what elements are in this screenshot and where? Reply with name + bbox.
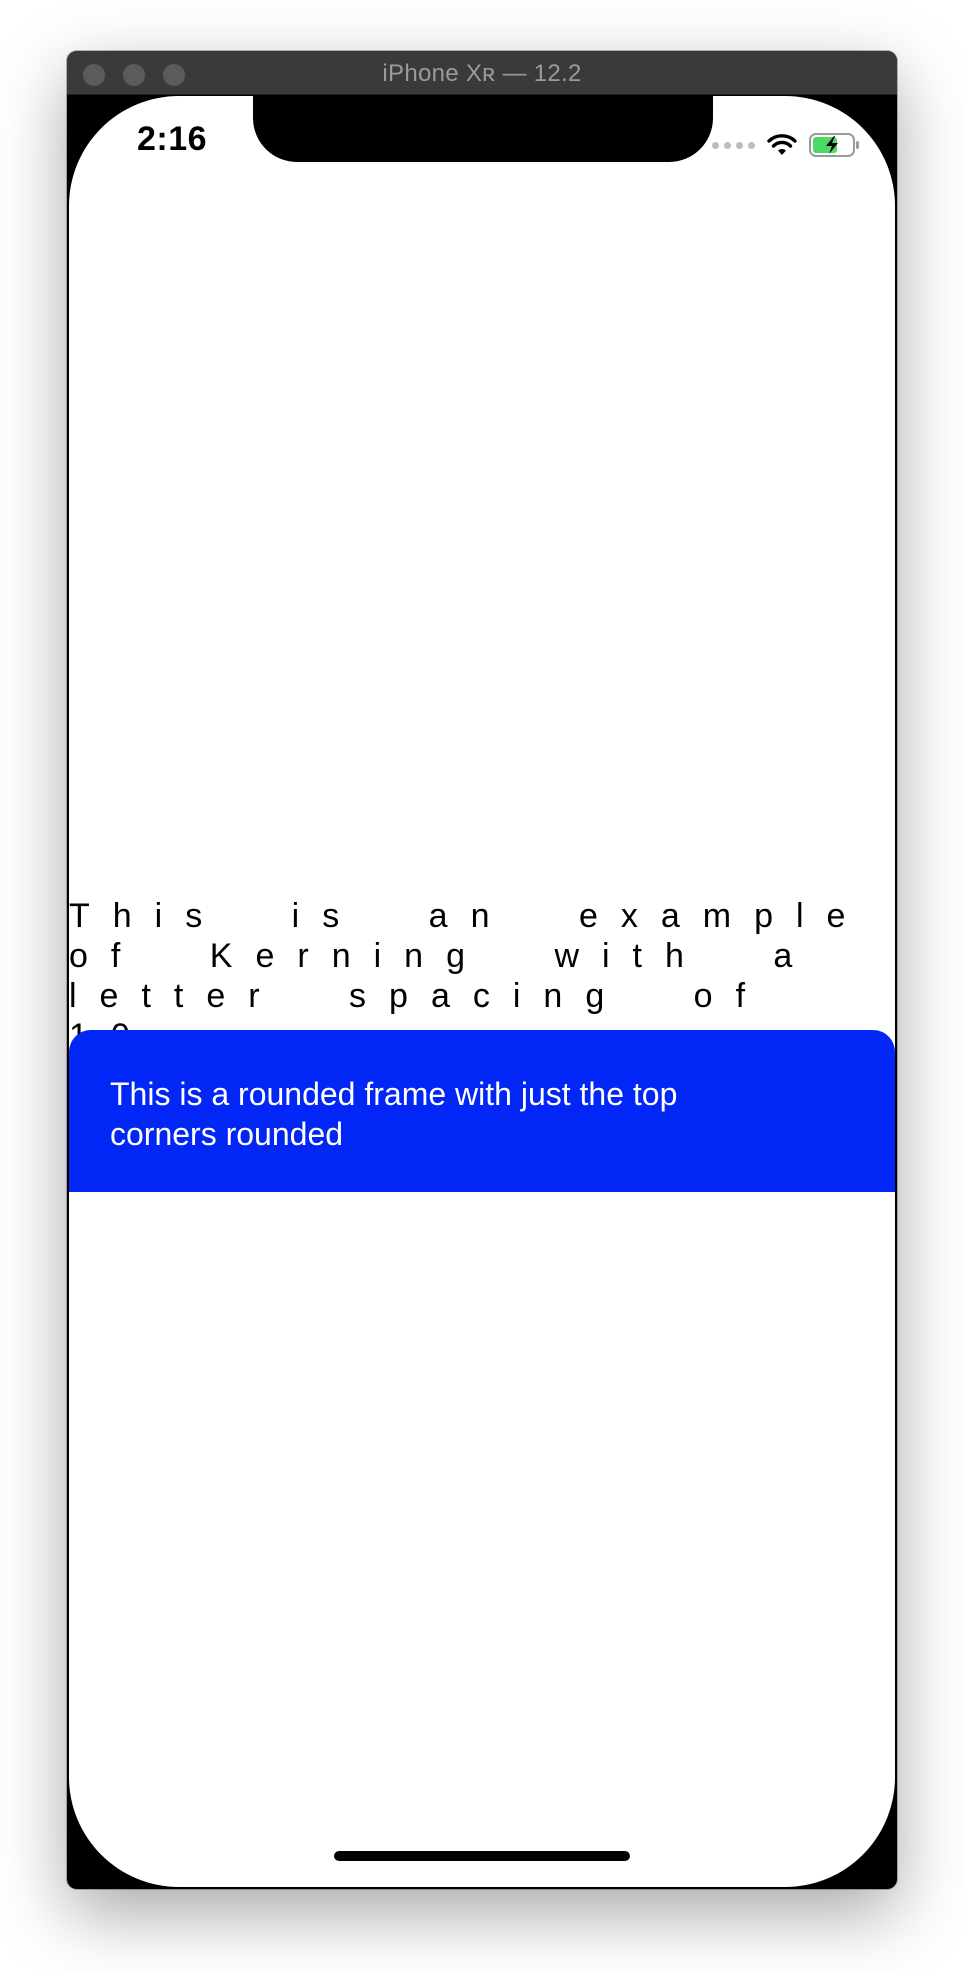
battery-charging-icon	[809, 133, 859, 157]
wifi-icon	[767, 134, 797, 155]
home-indicator[interactable]	[334, 1851, 630, 1861]
signal-dots-icon	[712, 141, 755, 149]
window-title: iPhone Xʀ — 12.2	[382, 60, 582, 87]
window-titlebar[interactable]: iPhone Xʀ — 12.2	[67, 51, 897, 95]
rounded-frame-text: This is a rounded frame with just the to…	[110, 1076, 678, 1152]
status-time: 2:16	[137, 120, 208, 158]
status-icons	[712, 130, 861, 160]
simulator-window: iPhone Xʀ — 12.2 2:16 This is an example…	[67, 51, 897, 1889]
device-screen: 2:16 This is an example of Kerning with …	[69, 96, 895, 1887]
device-notch	[253, 96, 713, 162]
rounded-frame: This is a rounded frame with just the to…	[69, 1030, 895, 1192]
